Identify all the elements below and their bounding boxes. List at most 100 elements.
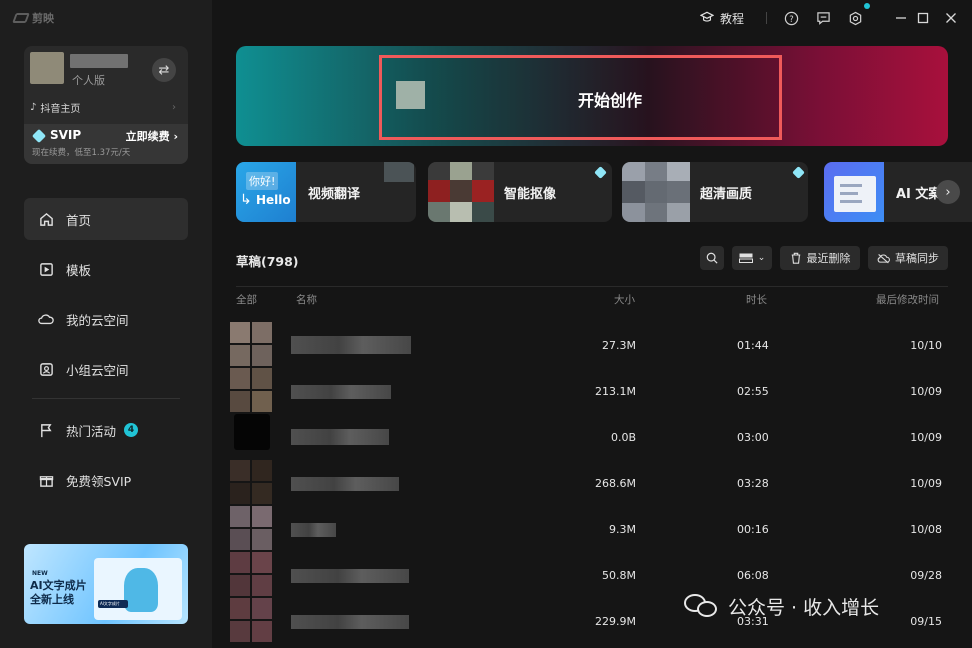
- nav-item-my-cloud[interactable]: 我的云空间: [24, 298, 188, 340]
- maximize-icon: [917, 12, 929, 24]
- profile-card[interactable]: 个人版 ⇄ ♪ 抖音主页 › SVIP 立即续费 › 现在续费，低至1.37元/…: [24, 46, 188, 164]
- promo-chip-label: AI文字成片: [100, 601, 120, 606]
- draft-size: 50.8M: [602, 569, 636, 582]
- main-nav: 首页 模板 我的云空间 小组云空间 热门活动 4 免费领SVIP: [24, 198, 188, 509]
- feedback-button[interactable]: [814, 9, 832, 27]
- promo-illustration: AI文字成片: [94, 558, 182, 620]
- draft-name-redacted: [291, 336, 411, 354]
- wechat-watermark: 公众号 · 收入增长: [684, 592, 879, 620]
- draft-modified: 10/10: [910, 339, 942, 352]
- wechat-icon: [684, 592, 720, 620]
- smart-cutout-label: 智能抠像: [504, 187, 557, 202]
- nav-label: 模板: [66, 262, 92, 278]
- cloud-icon: [38, 311, 54, 327]
- draft-thumbnail: [230, 368, 272, 412]
- nav-item-events[interactable]: 热门活动 4: [24, 409, 188, 451]
- draft-size: 229.9M: [595, 615, 636, 628]
- draft-size: 27.3M: [602, 339, 636, 352]
- draft-name-redacted: [291, 477, 399, 491]
- table-row[interactable]: 27.3M 01:44 10/10: [228, 322, 956, 368]
- app-logo: 剪映: [12, 10, 54, 26]
- recent-delete-button[interactable]: 最近删除: [780, 246, 860, 270]
- draft-size: 213.1M: [595, 385, 636, 398]
- video-translate-thumbnail: 你好! Hello ↳: [236, 162, 296, 222]
- notification-dot: [864, 3, 870, 9]
- draft-sync-label: 草稿同步: [895, 252, 939, 265]
- recent-delete-label: 最近删除: [806, 252, 851, 265]
- help-button[interactable]: ?: [782, 9, 800, 27]
- settings-button[interactable]: [846, 9, 864, 27]
- username-redacted: [70, 54, 128, 68]
- settings-icon: [849, 11, 861, 25]
- thumbnail-corner: [384, 162, 414, 182]
- svip-renew-label: 立即续费: [125, 130, 170, 143]
- svip-renew-button[interactable]: 立即续费 ›: [126, 128, 178, 144]
- svip-subtext: 现在续费，低至1.37元/天: [32, 148, 131, 158]
- draft-duration: 00:16: [737, 523, 769, 536]
- promo-character-image: [124, 568, 158, 612]
- nav-item-team-cloud[interactable]: 小组云空间: [24, 348, 188, 390]
- nav-divider: [32, 398, 180, 399]
- draft-modified: 10/09: [910, 477, 942, 490]
- thumb-text-english: Hello: [256, 193, 291, 207]
- column-modified[interactable]: 最后修改时间: [876, 292, 939, 307]
- column-name[interactable]: 名称: [296, 292, 317, 307]
- feature-scroll-right-button[interactable]: ›: [936, 180, 960, 204]
- column-all[interactable]: 全部: [236, 292, 257, 307]
- draft-thumbnail: [230, 552, 272, 596]
- close-icon: [946, 13, 956, 23]
- table-row[interactable]: 0.0B 03:00 10/09: [228, 414, 956, 460]
- draft-name-redacted: [291, 523, 336, 537]
- draft-modified: 09/28: [910, 569, 942, 582]
- draft-thumbnail: [230, 460, 272, 504]
- search-drafts-button[interactable]: [700, 246, 724, 270]
- sidebar: 剪映 个人版 ⇄ ♪ 抖音主页 › SVIP 立即续费 › 现在续费，低至1.3…: [0, 0, 212, 648]
- minimize-button[interactable]: [892, 9, 910, 27]
- avatar[interactable]: [30, 52, 64, 84]
- column-duration[interactable]: 时长: [746, 292, 767, 307]
- start-creating-banner[interactable]: 开始创作: [236, 46, 948, 146]
- ai-copywriting-thumbnail: [824, 162, 884, 222]
- draft-name-redacted: [291, 429, 389, 445]
- smart-cutout-card[interactable]: 智能抠像: [428, 162, 612, 222]
- video-translate-card[interactable]: 你好! Hello ↳ 视频翻译: [236, 162, 416, 222]
- translate-arrow-icon: ↳: [240, 192, 252, 208]
- view-mode-dropdown[interactable]: ⌄: [732, 246, 772, 270]
- column-size[interactable]: 大小: [614, 292, 635, 307]
- profile-tier: 个人版: [72, 74, 105, 87]
- promo-new-tag: NEW: [32, 570, 48, 577]
- nav-label: 我的云空间: [66, 312, 129, 328]
- switch-account-button[interactable]: ⇄: [152, 58, 176, 82]
- table-row[interactable]: 213.1M 02:55 10/09: [228, 368, 956, 414]
- hd-quality-thumbnail: [622, 162, 690, 222]
- douyin-link-label: 抖音主页: [40, 103, 81, 115]
- table-row[interactable]: 9.3M 00:16 10/08: [228, 506, 956, 552]
- draft-duration: 06:08: [737, 569, 769, 582]
- chevron-down-icon: ⌄: [757, 253, 766, 263]
- promo-chip: AI文字成片: [98, 600, 128, 608]
- draft-thumbnail: [230, 322, 272, 366]
- nav-item-free-svip[interactable]: 免费领SVIP: [24, 459, 188, 501]
- tutorial-label: 教程: [720, 12, 745, 26]
- gift-icon: [38, 472, 54, 488]
- nav-item-home[interactable]: 首页: [24, 198, 188, 240]
- ai-text-video-promo[interactable]: NEW AI文字成片 全新上线 AI文字成片: [24, 544, 188, 624]
- help-icon: ?: [784, 11, 798, 25]
- nav-item-templates[interactable]: 模板: [24, 248, 188, 290]
- trash-icon: [791, 252, 800, 264]
- table-row[interactable]: 268.6M 03:28 10/09: [228, 460, 956, 506]
- nav-label: 热门活动: [66, 423, 117, 439]
- maximize-button[interactable]: [914, 9, 932, 27]
- diamond-icon: [31, 128, 47, 144]
- swap-icon: ⇄: [158, 62, 170, 78]
- tutorial-button[interactable]: 教程: [699, 10, 745, 27]
- svip-row[interactable]: SVIP 立即续费 › 现在续费，低至1.37元/天: [24, 124, 188, 164]
- nav-label: 首页: [66, 212, 92, 228]
- nav-label: 小组云空间: [66, 362, 129, 378]
- close-button[interactable]: [942, 9, 960, 27]
- svip-label: SVIP: [50, 128, 82, 142]
- hd-quality-card[interactable]: 超清画质: [622, 162, 808, 222]
- draft-sync-button[interactable]: 草稿同步: [868, 246, 948, 270]
- plus-placeholder-icon: [396, 81, 425, 109]
- douyin-link[interactable]: ♪ 抖音主页 ›: [30, 98, 176, 116]
